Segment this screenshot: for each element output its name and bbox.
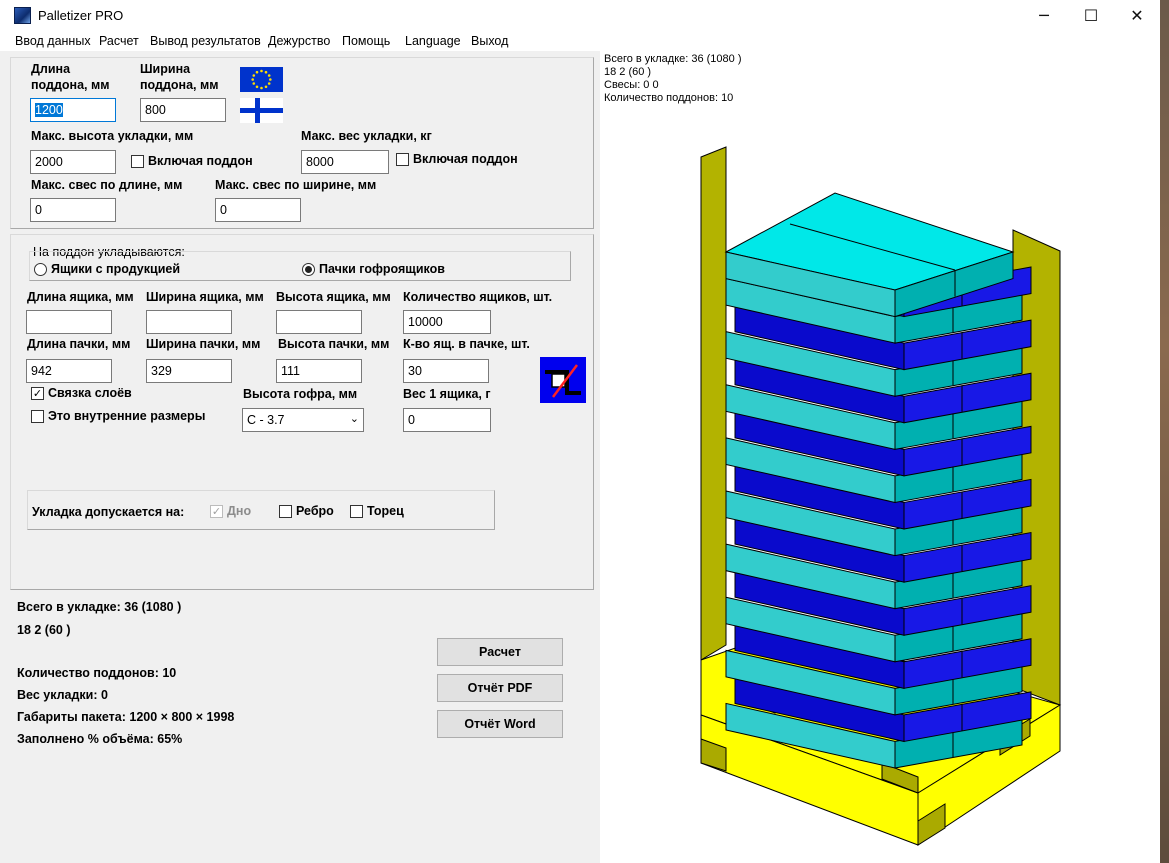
pallet-wall-left	[700, 146, 727, 661]
preview-overhang: Свесы: 0 0	[604, 79, 659, 91]
max-overhang-length-label: Макс. свес по длине, мм	[31, 178, 183, 192]
eu-flag-icon[interactable]	[240, 67, 283, 92]
box-width-input[interactable]	[146, 310, 232, 334]
box-height-input[interactable]	[276, 310, 362, 334]
result-dimensions: Габариты пакета: 1200 × 800 × 1998	[17, 710, 235, 724]
box-height-label: Высота ящика, мм	[276, 290, 391, 304]
pallet-3d-view	[700, 146, 1062, 846]
orient-edge-checkbox[interactable]: Ребро	[279, 504, 334, 518]
pallet-length-label: Длина поддона, мм	[31, 62, 110, 92]
orient-bottom-checkbox: ✓ Дно	[210, 504, 252, 518]
box-weight-input[interactable]: 0	[403, 408, 491, 432]
box-diagram-icon[interactable]	[540, 357, 586, 403]
preview-panel: Всего в укладке: 36 (1080 ) 18 2 (60 ) С…	[600, 51, 1160, 863]
checkbox-icon	[350, 504, 363, 518]
radio-corrugated-bundles[interactable]: Пачки гофроящиков	[302, 262, 445, 276]
pallet-group: Длина поддона, мм 1200 Ширина поддона, м…	[10, 57, 594, 229]
preview-layers: 18 2 (60 )	[604, 66, 652, 78]
max-overhang-width-input[interactable]: 0	[215, 198, 301, 222]
close-button[interactable]: ✕	[1114, 0, 1160, 31]
radio-icon	[302, 262, 315, 276]
maximize-button[interactable]: ☐	[1068, 0, 1114, 31]
max-weight-input[interactable]: 8000	[301, 150, 389, 174]
menu-help[interactable]: Помощь	[342, 34, 390, 48]
include-pallet-weight-checkbox[interactable]: Включая поддон	[396, 152, 518, 166]
box-count-label: Количество ящиков, шт.	[403, 290, 553, 304]
max-height-input[interactable]: 2000	[30, 150, 116, 174]
boxes-per-bundle-label: К-во ящ. в пачке, шт.	[403, 337, 530, 351]
menu-input-data[interactable]: Ввод данных	[15, 34, 91, 48]
include-pallet-height-checkbox[interactable]: Включая поддон	[131, 154, 253, 168]
box-weight-label: Вес 1 ящика, г	[403, 387, 491, 401]
result-fill: Заполнено % объёма: 65%	[17, 732, 183, 746]
pallet-width-input[interactable]: 800	[140, 98, 226, 122]
result-layers: 18 2 (60 )	[17, 623, 71, 637]
orientation-group: Укладка допускается на: ✓ Дно Ребро Торе…	[27, 490, 495, 530]
checkbox-icon: ✓	[210, 504, 223, 518]
app-window: Palletizer PRO ─ ☐ ✕ Ввод данных Расчет …	[0, 0, 1160, 863]
checkbox-icon	[279, 504, 292, 518]
input-panel: Длина поддона, мм 1200 Ширина поддона, м…	[0, 51, 600, 863]
load-type-group: Ящики с продукцией Пачки гофроящиков	[29, 251, 571, 281]
finland-flag-icon[interactable]	[240, 98, 283, 123]
pallet-length-input[interactable]: 1200	[30, 98, 116, 122]
pdf-report-button[interactable]: Отчёт PDF	[437, 674, 563, 702]
menu-output-results[interactable]: Вывод результатов	[150, 34, 261, 48]
preview-total: Всего в укладке: 36 (1080 )	[604, 53, 742, 65]
max-weight-label: Макс. вес укладки, кг	[301, 129, 432, 143]
checkbox-icon	[31, 409, 44, 423]
menu-bar: Ввод данных Расчет Вывод результатов Деж…	[0, 31, 1160, 51]
radio-icon	[34, 262, 47, 276]
menu-duty[interactable]: Дежурство	[268, 34, 330, 48]
radio-boxes-with-product[interactable]: Ящики с продукцией	[34, 262, 180, 276]
orientation-label: Укладка допускается на:	[32, 505, 185, 519]
max-overhang-width-label: Макс. свес по ширине, мм	[215, 178, 377, 192]
pallet-width-label: Ширина поддона, мм	[140, 62, 219, 92]
checkbox-icon	[396, 152, 409, 166]
calculate-button[interactable]: Расчет	[437, 638, 563, 666]
max-overhang-length-input[interactable]: 0	[30, 198, 116, 222]
checkbox-icon	[131, 154, 144, 168]
result-pallets: Количество поддонов: 10	[17, 666, 177, 680]
result-total: Всего в укладке: 36 (1080 )	[17, 600, 182, 614]
flute-height-label: Высота гофра, мм	[243, 387, 358, 401]
bundle-width-label: Ширина пачки, мм	[146, 337, 261, 351]
box-length-label: Длина ящика, мм	[27, 290, 134, 304]
layer-tie-checkbox[interactable]: ✓ Связка слоёв	[31, 386, 132, 400]
result-weight: Вес укладки: 0	[17, 688, 108, 702]
orient-end-checkbox[interactable]: Торец	[350, 504, 404, 518]
bundle-length-input[interactable]: 942	[26, 359, 112, 383]
menu-language[interactable]: Language	[405, 34, 461, 48]
checkbox-icon: ✓	[31, 386, 44, 400]
box-count-input[interactable]: 10000	[403, 310, 491, 334]
boxes-per-bundle-input[interactable]: 30	[403, 359, 489, 383]
box-width-label: Ширина ящика, мм	[146, 290, 264, 304]
window-title: Palletizer PRO	[38, 8, 124, 23]
app-icon	[14, 7, 31, 24]
inner-dimensions-checkbox[interactable]: Это внутренние размеры	[31, 409, 205, 423]
title-bar: Palletizer PRO ─ ☐ ✕	[0, 0, 1160, 31]
bundle-length-label: Длина пачки, мм	[27, 337, 131, 351]
max-height-label: Макс. высота укладки, мм	[31, 129, 194, 143]
bundle-width-input[interactable]: 329	[146, 359, 232, 383]
flute-height-select[interactable]: C - 3.7 ⌄	[242, 408, 364, 432]
menu-calculate[interactable]: Расчет	[99, 34, 139, 48]
bundle-height-label: Высота пачки, мм	[278, 337, 390, 351]
bundle-height-input[interactable]: 111	[276, 359, 362, 383]
minimize-button[interactable]: ─	[1021, 0, 1067, 31]
menu-exit[interactable]: Выход	[471, 34, 508, 48]
chevron-down-icon: ⌄	[349, 412, 359, 425]
word-report-button[interactable]: Отчёт Word	[437, 710, 563, 738]
box-length-input[interactable]	[26, 310, 112, 334]
load-group: На поддон укладываются: Ящики с продукци…	[10, 234, 594, 590]
